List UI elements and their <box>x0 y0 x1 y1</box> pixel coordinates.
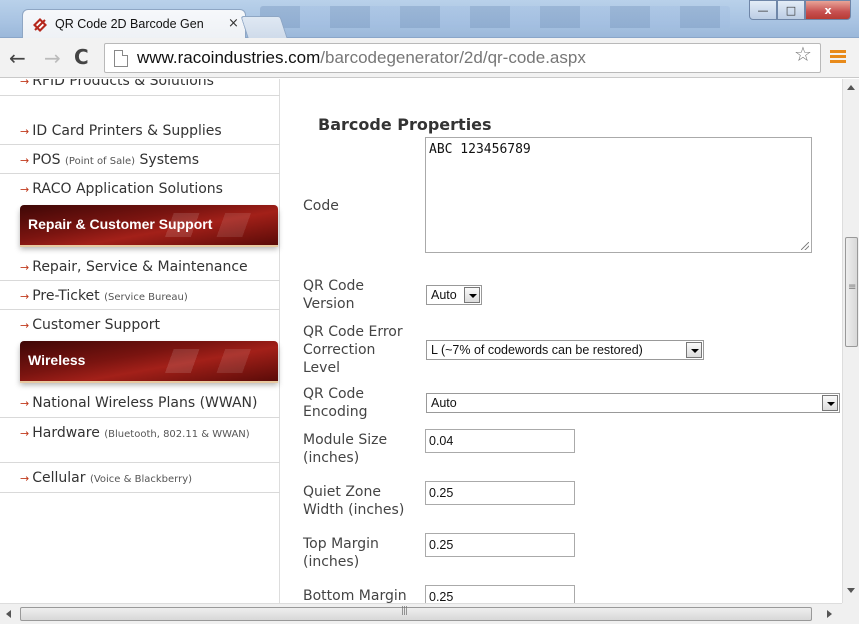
code-value: ABC 123456789 <box>429 142 531 157</box>
sidebar-item-note: (Bluetooth, 802.11 & WWAN) <box>104 429 250 440</box>
sidebar-item-label: RACO Application Solutions <box>32 181 223 197</box>
close-button[interactable]: x <box>805 0 851 20</box>
sidebar-item-rfid[interactable]: → RFID Products & Solutions <box>0 79 280 96</box>
arrow-icon: → <box>20 427 30 440</box>
sidebar-item-customer-support[interactable]: → Customer Support <box>0 310 280 339</box>
page-title: Barcode Properties <box>318 115 492 134</box>
chevron-down-icon[interactable] <box>464 287 480 303</box>
arrow-icon: → <box>20 154 30 167</box>
reload-icon[interactable]: C <box>74 45 89 69</box>
sidebar-item-wwan[interactable]: → National Wireless Plans (WWAN) <box>0 388 280 418</box>
page-content: → RFID Products & Solutions → ID Card Prin… <box>0 79 842 603</box>
sidebar-item-suffix: Systems <box>135 152 200 168</box>
tab-close-icon[interactable]: × <box>228 16 239 31</box>
quiet-zone-label: Quiet Zone Width (inches) <box>303 484 405 518</box>
top-margin-label: Top Margin (inches) <box>303 536 379 570</box>
version-label: QR Code Version <box>303 278 365 312</box>
sidebar-item-repair[interactable]: → Repair, Service & Maintenance <box>0 252 280 281</box>
horizontal-scroll-thumb[interactable] <box>20 606 812 621</box>
window-controls: — □ x <box>749 0 851 22</box>
chevron-down-icon[interactable] <box>686 342 702 358</box>
sidebar-item-label: National Wireless Plans (WWAN) <box>32 395 258 411</box>
forward-icon[interactable]: → <box>44 46 61 70</box>
chevron-down-icon[interactable] <box>822 395 838 411</box>
arrow-icon: → <box>20 472 30 485</box>
barcode-form: Barcode Properties Code ABC 123456789 QR… <box>281 79 842 603</box>
sidebar-item-label: POS <box>32 152 61 168</box>
raco-logo-icon <box>33 18 47 32</box>
sidebar-item-pos[interactable]: → POS (Point of Sale) Systems <box>0 145 280 174</box>
encoding-label: QR Code Encoding <box>303 386 368 420</box>
scroll-up-icon[interactable] <box>847 85 855 90</box>
bottom-margin-label: Bottom Margin <box>303 588 407 603</box>
bottom-margin-input[interactable] <box>425 585 575 603</box>
sidebar-item-label: Hardware <box>32 425 100 441</box>
scrollbar-corner <box>842 603 859 624</box>
sidebar-item-hardware[interactable]: → Hardware (Bluetooth, 802.11 & WWAN) <box>0 418 280 463</box>
arrow-icon: → <box>20 319 30 332</box>
sidebar-item-id-card[interactable]: → ID Card Printers & Supplies <box>0 116 280 145</box>
url-text[interactable]: www.racoindustries.com/barcodegenerator/… <box>137 48 586 68</box>
sidebar-item-label: Cellular <box>32 470 86 486</box>
arrow-icon: → <box>20 261 30 274</box>
module-size-label: Module Size (inches) <box>303 432 388 466</box>
arrow-icon: → <box>20 183 30 196</box>
section-header-wireless: Wireless <box>20 341 278 381</box>
sidebar-item-label: Repair, Service & Maintenance <box>32 259 248 275</box>
sidebar-item-raco-apps[interactable]: → RACO Application Solutions <box>0 174 280 203</box>
arrow-icon: → <box>20 290 30 303</box>
arrow-icon: → <box>20 125 30 138</box>
scroll-right-icon[interactable] <box>827 610 832 618</box>
error-correction-label: QR Code Error Correction Level <box>303 324 403 376</box>
window-titlebar: QR Code 2D Barcode Gen × — □ x <box>0 0 859 39</box>
scroll-down-icon[interactable] <box>847 588 855 593</box>
sidebar-item-pre-ticket[interactable]: → Pre-Ticket (Service Bureau) <box>0 281 280 310</box>
sidebar-item-label: ID Card Printers & Supplies <box>32 123 222 139</box>
module-size-input[interactable] <box>425 429 575 453</box>
sidebar-item-label: Pre-Ticket <box>32 288 100 304</box>
section-title: Wireless <box>28 352 86 368</box>
section-header-repair: Repair & Customer Support <box>20 205 278 245</box>
arrow-icon: → <box>20 397 30 410</box>
sidebar-item-label: Customer Support <box>32 317 161 333</box>
code-label: Code <box>303 198 339 214</box>
version-value: Auto <box>431 288 457 302</box>
vertical-scroll-thumb[interactable] <box>845 237 858 347</box>
resize-grip-icon[interactable] <box>801 242 809 250</box>
section-title: Repair & Customer Support <box>28 216 213 232</box>
page-icon <box>114 50 128 67</box>
sidebar-item-note: (Service Bureau) <box>104 292 188 303</box>
quiet-zone-input[interactable] <box>425 481 575 505</box>
top-margin-input[interactable] <box>425 533 575 557</box>
tab-title: QR Code 2D Barcode Gen <box>55 17 204 31</box>
address-bar[interactable]: www.racoindustries.com/barcodegenerator/… <box>104 43 821 73</box>
encoding-value: Auto <box>431 396 457 410</box>
sidebar-item-note: (Point of Sale) <box>65 156 136 167</box>
browser-toolbar: ← → C www.racoindustries.com/barcodegene… <box>0 38 859 78</box>
sidebar-item-label: RFID Products & Solutions <box>32 79 214 89</box>
error-correction-value: L (~7% of codewords can be restored) <box>431 343 643 357</box>
arrow-icon: → <box>20 79 30 88</box>
chrome-menu-icon[interactable] <box>830 50 846 64</box>
horizontal-scrollbar[interactable] <box>0 603 842 624</box>
browser-tab[interactable]: QR Code 2D Barcode Gen × <box>22 9 246 39</box>
minimize-button[interactable]: — <box>749 0 777 20</box>
version-select[interactable]: Auto <box>426 285 482 305</box>
scroll-left-icon[interactable] <box>6 610 11 618</box>
new-tab-button[interactable] <box>240 16 288 38</box>
sidebar-item-note: (Voice & Blackberry) <box>89 474 193 485</box>
encoding-select[interactable]: Auto <box>426 393 840 413</box>
vertical-scrollbar[interactable] <box>842 79 859 603</box>
hardware-line: → Hardware (Bluetooth, 802.11 & WWAN) <box>0 425 250 441</box>
url-path: /barcodegenerator/2d/qr-code.aspx <box>320 48 586 67</box>
left-sidebar: → RFID Products & Solutions → ID Card Prin… <box>0 79 280 603</box>
back-icon[interactable]: ← <box>9 46 26 70</box>
url-host: www.racoindustries.com <box>137 48 321 67</box>
maximize-button[interactable]: □ <box>777 0 805 20</box>
error-correction-select[interactable]: L (~7% of codewords can be restored) <box>426 340 704 360</box>
background-blur <box>260 6 730 28</box>
bookmark-star-icon[interactable]: ☆ <box>794 42 812 66</box>
code-textarea[interactable]: ABC 123456789 <box>425 137 812 253</box>
sidebar-item-cellular[interactable]: → Cellular (Voice & Blackberry) <box>0 463 280 493</box>
